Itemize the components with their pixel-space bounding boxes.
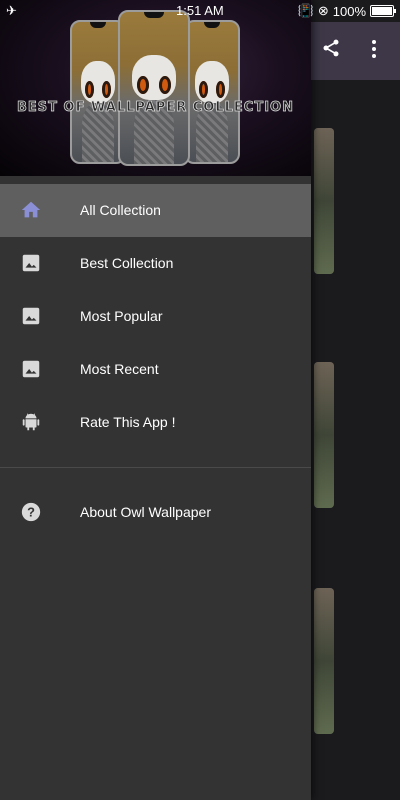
- menu-item-label: All Collection: [80, 202, 161, 218]
- wallpaper-card[interactable]: [314, 362, 334, 508]
- android-icon: [22, 413, 40, 431]
- phone-mockup-right: [184, 20, 240, 164]
- status-time: 1:51 AM: [176, 3, 224, 18]
- menu-item-label: Most Popular: [80, 308, 163, 324]
- battery-icon: [370, 5, 396, 17]
- menu-item-label: Best Collection: [80, 255, 174, 271]
- svg-text:?: ?: [27, 505, 35, 520]
- share-icon[interactable]: [321, 38, 341, 58]
- drawer-header: BEST OF WALLPAPER COLLECTION: [0, 0, 311, 176]
- image-icon: [22, 254, 40, 272]
- drawer-menu: All Collection Best Collection Most Popu…: [0, 184, 311, 539]
- help-icon: ?: [21, 502, 41, 522]
- battery-percent: 100%: [332, 3, 366, 19]
- image-icon: [22, 307, 40, 325]
- menu-item-about[interactable]: ? About Owl Wallpaper: [0, 486, 311, 539]
- menu-item-rate-app[interactable]: Rate This App !: [0, 396, 311, 449]
- home-icon: [21, 201, 41, 218]
- status-bar: ✈ 1:51 AM 📳 ⊗ 100%: [0, 0, 400, 22]
- menu-item-label: Most Recent: [80, 361, 159, 377]
- more-options-icon[interactable]: [372, 40, 376, 58]
- image-icon: [22, 360, 40, 378]
- menu-item-most-popular[interactable]: Most Popular: [0, 290, 311, 343]
- menu-item-all-collection[interactable]: All Collection: [0, 184, 311, 237]
- wallpaper-card[interactable]: [314, 588, 334, 734]
- menu-item-label: About Owl Wallpaper: [80, 504, 211, 520]
- header-banner-text: BEST OF WALLPAPER COLLECTION: [17, 100, 294, 116]
- rotation-lock-icon: ⊗: [317, 3, 329, 18]
- menu-item-most-recent[interactable]: Most Recent: [0, 343, 311, 396]
- menu-item-best-collection[interactable]: Best Collection: [0, 237, 311, 290]
- navigation-drawer: BEST OF WALLPAPER COLLECTION All Collect…: [0, 0, 311, 800]
- phone-mockup-center: [118, 10, 190, 166]
- menu-divider: [0, 467, 311, 468]
- vibrate-icon: 📳: [297, 3, 314, 18]
- wallpaper-card[interactable]: [314, 128, 334, 274]
- airplane-icon: ✈: [6, 3, 17, 18]
- menu-item-label: Rate This App !: [80, 414, 176, 430]
